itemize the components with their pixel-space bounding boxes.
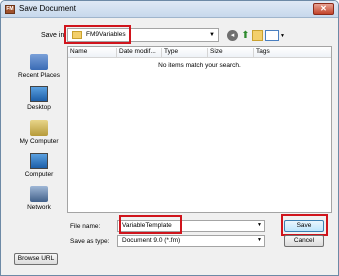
- close-button[interactable]: ✕: [313, 3, 334, 15]
- window-title: Save Document: [19, 4, 76, 13]
- column-header-size[interactable]: Size: [207, 48, 223, 58]
- my-computer-icon: [30, 120, 48, 136]
- highlight-box-file-name: [119, 215, 182, 234]
- up-folder-icon[interactable]: ⬆: [240, 30, 251, 41]
- place-label: Recent Places: [18, 72, 60, 79]
- place-recent-places[interactable]: Recent Places: [14, 54, 64, 79]
- column-header-name[interactable]: Name: [68, 48, 87, 58]
- views-chevron-down-icon[interactable]: ▼: [280, 33, 285, 39]
- views-menu-icon[interactable]: [265, 30, 279, 41]
- place-label: Desktop: [27, 104, 51, 111]
- computer-icon: [30, 153, 48, 169]
- highlight-box-save-button: [281, 214, 328, 236]
- empty-message: No items match your search.: [158, 62, 241, 69]
- save-in-label: Save in:: [41, 32, 67, 39]
- network-icon: [30, 186, 48, 202]
- column-header-date-modified[interactable]: Date modif...: [116, 48, 156, 58]
- recent-places-icon: [30, 54, 48, 70]
- place-network[interactable]: Network: [14, 186, 64, 211]
- column-header-tags[interactable]: Tags: [253, 48, 270, 58]
- chevron-down-icon[interactable]: ▼: [257, 222, 262, 228]
- title-bar: FM Save Document ✕: [1, 1, 338, 18]
- new-folder-icon[interactable]: [252, 30, 263, 41]
- file-list[interactable]: Name Date modif... Type Size Tags No ite…: [67, 46, 332, 213]
- save-as-type-value: Document 9.0 (*.fm): [122, 237, 181, 244]
- highlight-box-save-in: [64, 25, 131, 44]
- save-document-dialog: FM Save Document ✕ Save in: FM9Variables…: [0, 0, 339, 276]
- app-icon: FM: [5, 5, 15, 14]
- place-desktop[interactable]: Desktop: [14, 86, 64, 111]
- chevron-down-icon: ▼: [257, 237, 262, 243]
- file-name-label: File name:: [70, 223, 101, 230]
- cancel-button[interactable]: Cancel: [284, 235, 324, 247]
- save-as-type-dropdown[interactable]: Document 9.0 (*.fm) ▼: [117, 235, 265, 247]
- place-my-computer[interactable]: My Computer: [14, 120, 64, 145]
- close-icon: ✕: [320, 4, 327, 13]
- place-computer[interactable]: Computer: [14, 153, 64, 178]
- back-icon[interactable]: ◂: [227, 30, 238, 41]
- save-as-type-label: Save as type:: [70, 238, 110, 245]
- chevron-down-icon: ▼: [209, 32, 215, 38]
- place-label: Network: [27, 204, 51, 211]
- place-label: My Computer: [19, 138, 59, 145]
- browse-url-button[interactable]: Browse URL: [14, 253, 58, 265]
- column-header-type[interactable]: Type: [161, 48, 178, 58]
- place-label: Computer: [24, 171, 54, 178]
- desktop-icon: [30, 86, 48, 102]
- column-headers: Name Date modif... Type Size Tags: [68, 47, 331, 58]
